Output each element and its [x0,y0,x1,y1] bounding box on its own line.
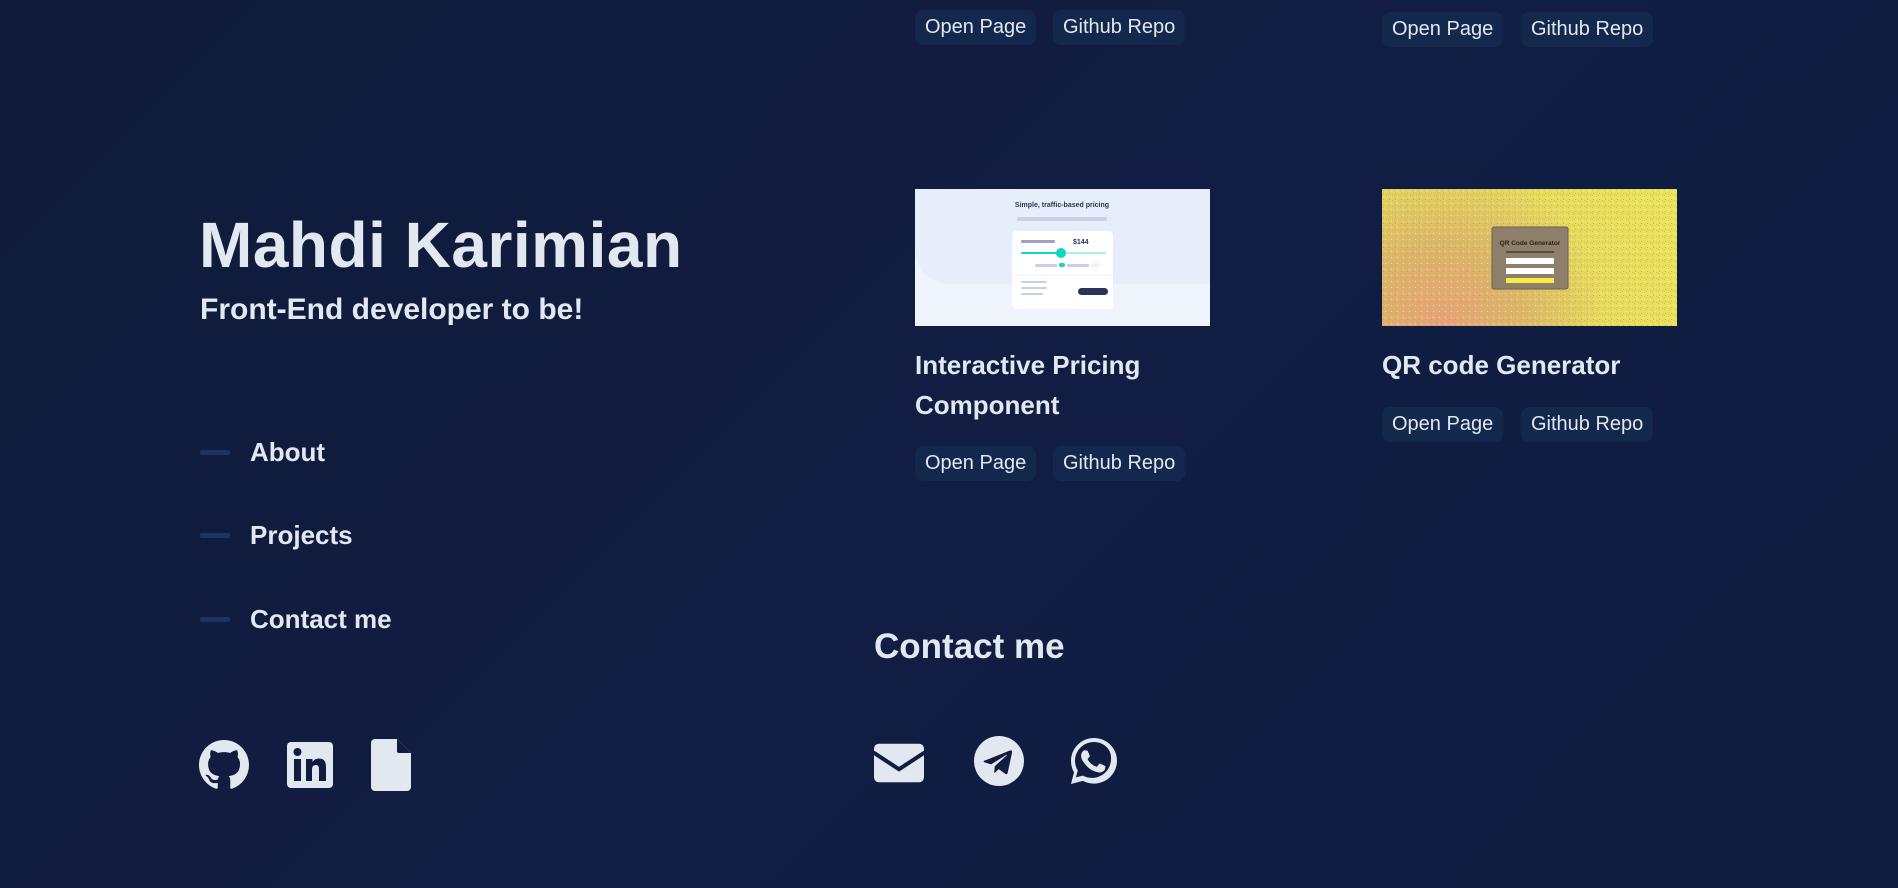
nav-item-contact[interactable]: Contact me [200,599,392,639]
open-page-button[interactable]: Open Page [915,446,1037,481]
thumb-heading: Simple, traffic-based pricing [1015,202,1109,209]
github-icon [199,740,249,789]
github-repo-button[interactable]: Github Repo [1053,10,1186,45]
email-icon [874,743,924,783]
contact-heading: Contact me [874,627,1065,666]
thumb-heading: QR Code Generator [1500,240,1561,247]
nav-item-label: About [250,436,326,467]
linkedin-link[interactable] [285,739,335,791]
github-repo-button[interactable]: Github Repo [1053,446,1186,481]
resume-file-icon [371,739,411,791]
resume-link[interactable] [366,739,416,791]
telegram-link[interactable] [974,735,1024,787]
project-thumbnail[interactable]: QR Code Generator [1382,189,1677,326]
open-page-button[interactable]: Open Page [1382,12,1504,47]
project-thumbnail[interactable]: Simple, traffic-based pricing $144 [915,189,1210,326]
nav-indicator [200,449,230,455]
telegram-icon [974,736,1024,786]
profile-tagline: Front-End developer to be! [200,293,584,326]
email-link[interactable] [874,737,924,789]
project-title[interactable]: QR code Generator [1382,345,1620,385]
profile-name: Mahdi Karimian [199,209,683,281]
open-page-button[interactable]: Open Page [1382,407,1504,442]
whatsapp-link[interactable] [1069,735,1119,787]
nav-indicator [200,616,230,622]
nav-item-about[interactable]: About [200,432,325,472]
github-repo-button[interactable]: Github Repo [1521,407,1654,442]
qr-generator-preview: QR Code Generator [1382,189,1677,326]
github-link[interactable] [199,739,249,791]
nav-item-label: Contact me [250,603,392,634]
nav-indicator [200,532,230,538]
nav-item-label: Projects [250,519,353,550]
nav-item-projects[interactable]: Projects [200,515,353,555]
pricing-component-preview: Simple, traffic-based pricing $144 [915,189,1210,309]
whatsapp-icon [1071,738,1117,784]
linkedin-icon [287,742,333,788]
github-repo-button[interactable]: Github Repo [1521,12,1654,47]
project-title[interactable]: Interactive Pricing Component [915,345,1215,425]
thumb-price: $144 [1073,239,1089,246]
open-page-button[interactable]: Open Page [915,10,1037,45]
